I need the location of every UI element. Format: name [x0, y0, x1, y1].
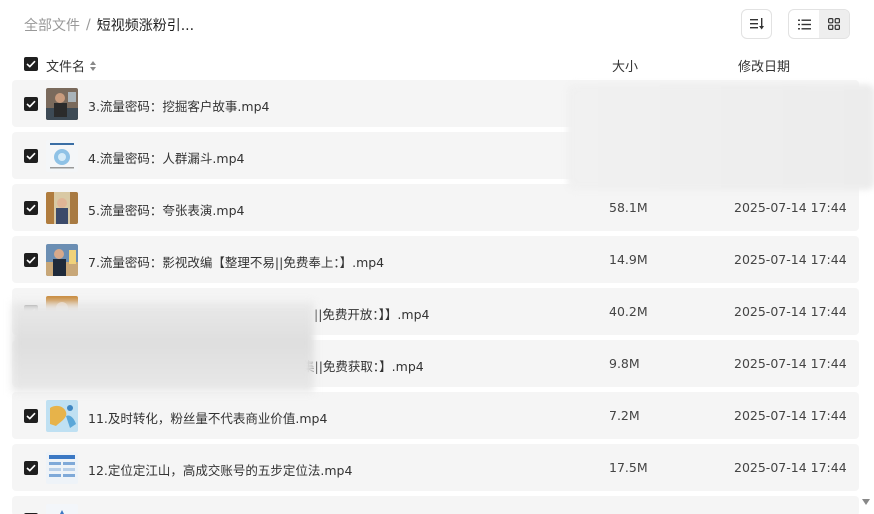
file-date: 2025-07-14 17:44 [734, 408, 847, 423]
select-all-checkbox[interactable] [24, 57, 38, 71]
video-thumbnail [46, 400, 78, 432]
breadcrumb: 全部文件 / 短视频涨粉引... [24, 15, 194, 35]
check-icon [26, 412, 36, 420]
file-size: 7.2M [609, 408, 640, 423]
file-date: 2025-07-14 17:44 [734, 356, 847, 371]
top-bar: 全部文件 / 短视频涨粉引... [0, 0, 874, 48]
table-header: 文件名 大小 修改日期 [0, 48, 874, 80]
check-icon [26, 204, 36, 212]
video-thumbnail [46, 140, 78, 172]
table-row[interactable]: 5.流量密码：夸张表演.mp4 58.1M 2025-07-14 17:44 [12, 184, 859, 231]
check-icon [26, 256, 36, 264]
file-size: 14.9M [609, 252, 648, 267]
row-checkbox[interactable] [24, 149, 38, 163]
blurred-overlay [12, 302, 314, 392]
breadcrumb-separator: / [86, 17, 91, 33]
row-checkbox[interactable] [24, 461, 38, 475]
file-name: 5.流量密码：夸张表演.mp4 [88, 203, 245, 218]
file-date: 2025-07-14 17:44 [734, 304, 847, 319]
file-date: 2025-07-14 17:44 [734, 200, 847, 215]
column-header-name[interactable]: 文件名 [46, 56, 97, 75]
row-checkbox[interactable] [24, 409, 38, 423]
scroll-down-icon[interactable] [861, 497, 871, 507]
check-icon [26, 152, 36, 160]
view-toggle [788, 9, 850, 39]
file-name: 11.及时转化，粉丝量不代表商业价值.mp4 [88, 411, 328, 426]
column-header-size[interactable]: 大小 [612, 56, 638, 75]
column-header-name-label: 文件名 [46, 60, 86, 75]
file-name: 4.流量密码：人群漏斗.mp4 [88, 151, 245, 166]
file-date: 2025-07-14 17:44 [734, 252, 847, 267]
check-icon [26, 100, 36, 108]
file-size: 58.1M [609, 200, 648, 215]
video-thumbnail [46, 88, 78, 120]
row-checkbox[interactable] [24, 97, 38, 111]
row-checkbox[interactable] [24, 201, 38, 215]
file-name: 12.定位定江山，高成交账号的五步定位法.mp4 [88, 463, 353, 478]
table-row[interactable]: 12.定位定江山，高成交账号的五步定位法.mp4 17.5M 2025-07-1… [12, 444, 859, 491]
grid-view-icon [828, 18, 840, 30]
table-row[interactable]: 7.流量密码：影视改编【整理不易||免费奉上：】.mp4 14.9M 2025-… [12, 236, 859, 283]
sort-lines-icon [749, 18, 764, 30]
grid-view-button[interactable] [819, 10, 849, 38]
table-row[interactable]: 11.及时转化，粉丝量不代表商业价值.mp4 7.2M 2025-07-14 1… [12, 392, 859, 439]
column-header-date[interactable]: 修改日期 [738, 56, 790, 75]
blurred-overlay [567, 84, 874, 190]
list-view-button[interactable] [789, 10, 819, 38]
file-size: 17.5M [609, 460, 648, 475]
video-thumbnail [46, 244, 78, 276]
sort-button[interactable] [741, 9, 772, 39]
video-thumbnail [46, 192, 78, 224]
table-row[interactable] [12, 496, 859, 514]
file-name: 3.流量密码：挖掘客户故事.mp4 [88, 99, 270, 114]
file-name: 集||免费获取：】.mp4 [302, 359, 424, 374]
row-checkbox[interactable] [24, 253, 38, 267]
file-date: 2025-07-14 17:44 [734, 460, 847, 475]
check-icon [26, 464, 36, 472]
video-thumbnail [46, 504, 78, 514]
breadcrumb-current: 短视频涨粉引... [96, 18, 195, 34]
sort-updown-icon [90, 60, 97, 71]
list-view-icon [797, 19, 811, 29]
file-size: 40.2M [609, 304, 648, 319]
file-size: 9.8M [609, 356, 640, 371]
video-thumbnail [46, 452, 78, 484]
check-icon [26, 60, 36, 68]
breadcrumb-root[interactable]: 全部文件 [24, 15, 80, 35]
file-name: 7.流量密码：影视改编【整理不易||免费奉上：】.mp4 [88, 255, 385, 270]
file-name: ||免费开放：】】.mp4 [314, 307, 430, 322]
